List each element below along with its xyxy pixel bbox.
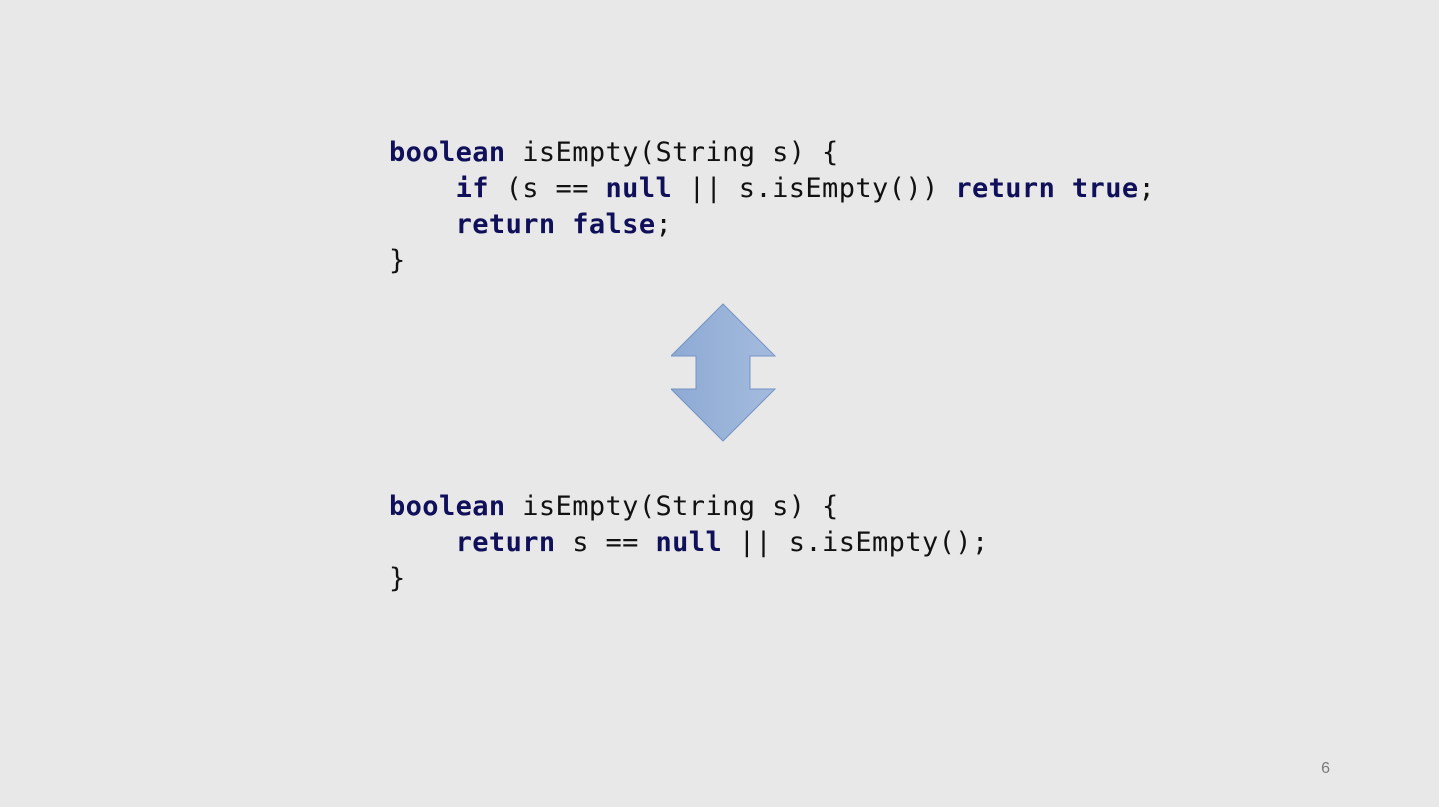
code-text: } [389,563,406,594]
code-text: s == [555,527,656,558]
code-block-after: boolean isEmpty(String s) { return s == … [389,489,989,597]
code-text: } [389,245,406,276]
code-text: isEmpty(String s) { [505,137,839,168]
code-line: } [389,561,989,597]
code-text: ; [655,209,673,240]
slide: boolean isEmpty(String s) { if (s == nul… [0,0,1439,807]
code-text: || s.isEmpty(); [722,527,989,558]
code-text: (s == [488,173,606,204]
code-keyword: null [655,527,723,558]
code-text: isEmpty(String s) { [505,491,839,522]
code-line: return s == null || s.isEmpty(); [389,525,989,561]
code-block-before: boolean isEmpty(String s) { if (s == nul… [389,135,1155,279]
code-keyword: boolean [389,491,506,522]
code-keyword: true [1071,173,1139,204]
code-text: || s.isEmpty()) [672,173,956,204]
code-keyword: boolean [389,137,506,168]
arrow-shape [671,303,777,442]
code-text: ; [1138,173,1156,204]
up-down-arrow-icon [671,303,777,442]
code-line: if (s == null || s.isEmpty()) return tru… [389,171,1155,207]
code-line: return false; [389,207,1155,243]
code-keyword: return [455,527,556,558]
code-line: boolean isEmpty(String s) { [389,135,1155,171]
code-keyword: false [572,209,656,240]
code-line: } [389,243,1155,279]
code-keyword: null [605,173,673,204]
code-keyword: return [955,173,1056,204]
page-number: 6 [1321,760,1330,777]
code-keyword: if [455,173,489,204]
code-line: boolean isEmpty(String s) { [389,489,989,525]
code-keyword: return [455,209,556,240]
